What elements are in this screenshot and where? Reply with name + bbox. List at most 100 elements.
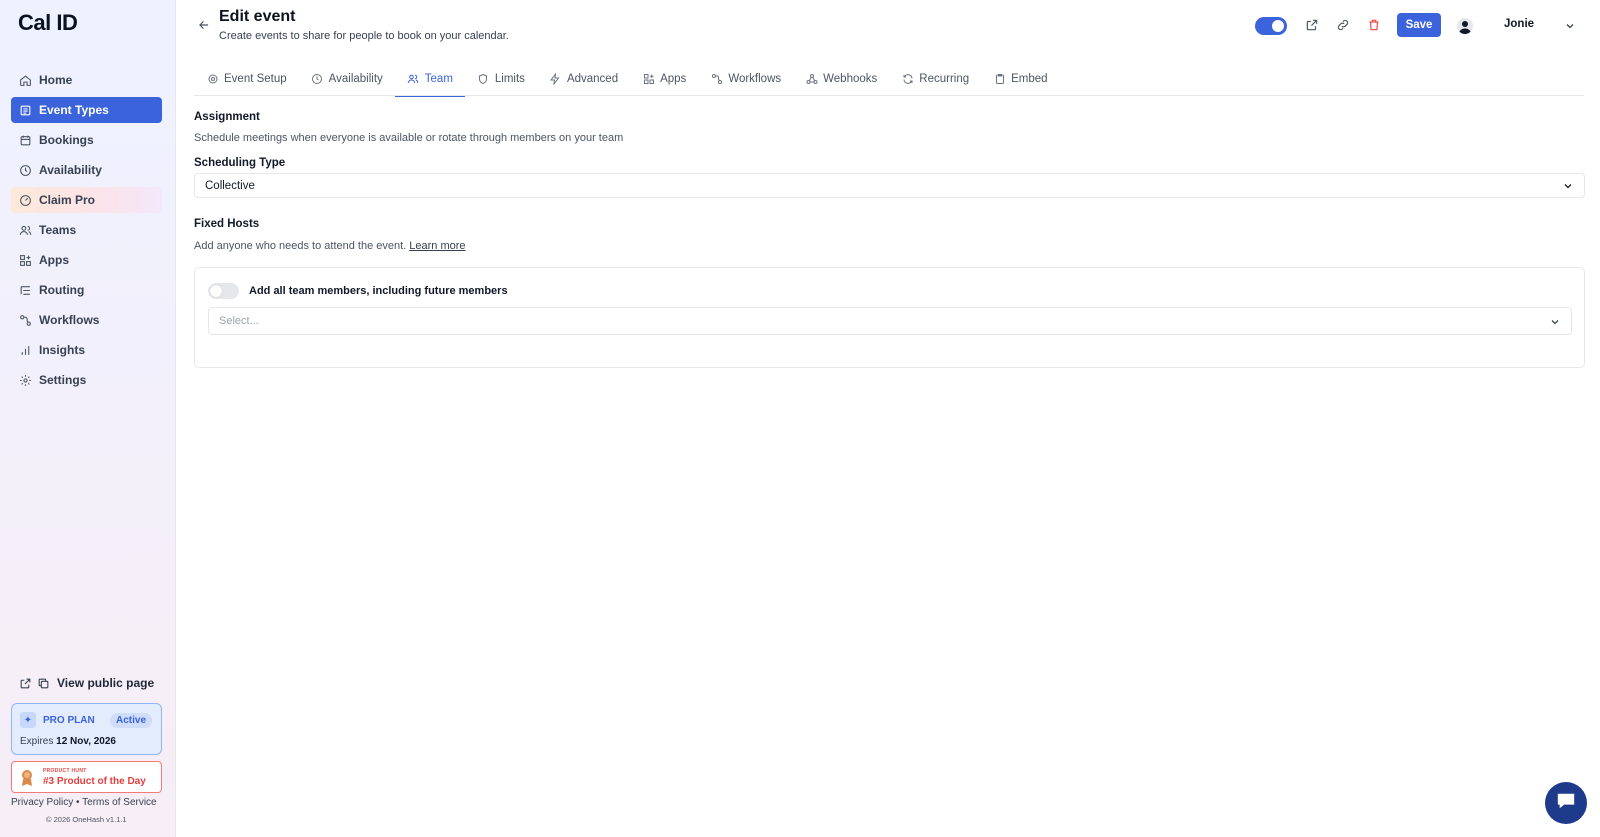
routing-icon (18, 283, 32, 297)
trash-icon[interactable] (1366, 17, 1382, 33)
chat-support-button[interactable] (1545, 782, 1587, 824)
tab-label: Advanced (566, 73, 619, 85)
sidebar: Cal ID Home Event Types Bookings Availab… (0, 0, 176, 837)
sidebar-item-label: Event Types (39, 103, 109, 117)
save-button[interactable]: Save (1397, 13, 1441, 37)
footer-separator: • (76, 797, 80, 808)
tab-recurring[interactable]: Recurring (889, 62, 981, 96)
grid-plus-icon (18, 253, 32, 267)
fixed-hosts-description-text: Add anyone who needs to attend the event… (194, 240, 407, 252)
footer-links: Privacy Policy • Terms of Service (11, 797, 171, 808)
sidebar-item-label: Bookings (39, 133, 94, 147)
chevron-down-icon (1549, 316, 1561, 328)
fixed-hosts-heading: Fixed Hosts (194, 218, 260, 230)
product-hunt-label: PRODUCT HUNT (43, 768, 87, 774)
link-icon[interactable] (1335, 17, 1351, 33)
tab-embed[interactable]: Embed (981, 62, 1059, 96)
tabs-divider (194, 95, 1584, 96)
sidebar-item-label: Availability (39, 163, 102, 177)
sidebar-item-workflows[interactable]: Workflows (11, 307, 162, 333)
tab-advanced[interactable]: Advanced (537, 62, 630, 96)
view-public-page-link[interactable]: View public page (18, 676, 154, 690)
workflow-icon (18, 313, 32, 327)
plan-status-badge: Active (110, 713, 153, 728)
plan-expiry: Expires 12 Nov, 2026 (20, 736, 116, 747)
sidebar-item-label: Apps (39, 253, 69, 267)
sparkle-icon: ✦ (20, 712, 36, 728)
add-all-members-label: Add all team members, including future m… (249, 285, 508, 297)
page-subtitle: Create events to share for people to boo… (219, 30, 509, 42)
sidebar-item-apps[interactable]: Apps (11, 247, 162, 273)
tab-limits[interactable]: Limits (465, 62, 537, 96)
sidebar-item-label: Insights (39, 343, 86, 357)
pro-plan-card[interactable]: ✦ PRO PLAN Active Expires 12 Nov, 2026 (11, 703, 162, 755)
copyright: © 2026 OneHash v1.1.1 (46, 815, 127, 824)
refresh-icon (901, 73, 914, 86)
sidebar-item-label: Routing (39, 283, 85, 297)
assignment-heading: Assignment (194, 111, 260, 123)
sidebar-item-teams[interactable]: Teams (11, 217, 162, 243)
privacy-policy-link[interactable]: Privacy Policy (11, 797, 73, 808)
app-logo[interactable]: Cal ID (18, 10, 78, 36)
hosts-select[interactable]: Select... (208, 307, 1572, 335)
tab-label: Availability (328, 73, 383, 85)
tab-label: Recurring (919, 73, 970, 85)
gauge-icon (18, 193, 32, 207)
medal-icon (22, 770, 32, 786)
sidebar-item-label: Workflows (39, 313, 100, 327)
plan-expiry-date: 12 Nov, 2026 (56, 736, 116, 747)
tab-event-setup[interactable]: Event Setup (194, 62, 299, 96)
sidebar-item-settings[interactable]: Settings (11, 367, 162, 393)
learn-more-link[interactable]: Learn more (409, 240, 465, 252)
bolt-icon (549, 73, 562, 86)
gear-icon (206, 73, 219, 86)
user-name[interactable]: Jonie (1504, 18, 1534, 30)
chat-icon (1555, 791, 1577, 816)
webhook-icon (805, 73, 818, 86)
product-hunt-badge[interactable]: PRODUCT HUNT #3 Product of the Day (11, 761, 162, 793)
scheduling-type-value: Collective (205, 179, 255, 192)
sidebar-nav: Home Event Types Bookings Availability C… (11, 67, 162, 397)
sidebar-item-label: Claim Pro (39, 193, 96, 207)
calendar-icon (18, 133, 32, 147)
sidebar-item-insights[interactable]: Insights (11, 337, 162, 363)
users-icon (18, 223, 32, 237)
clipboard-icon (993, 73, 1006, 86)
grid-plus-icon (642, 73, 655, 86)
event-types-icon (18, 103, 32, 117)
back-arrow-icon[interactable] (197, 18, 211, 32)
event-tabs: Event Setup Availability Team Limits Adv… (194, 62, 1060, 97)
users-icon (407, 73, 420, 86)
sidebar-item-label: Home (39, 73, 73, 87)
page-title: Edit event (219, 8, 296, 25)
plan-expiry-label: Expires (20, 736, 54, 747)
tab-team[interactable]: Team (394, 62, 466, 97)
sidebar-item-home[interactable]: Home (11, 67, 162, 93)
sidebar-item-label: Teams (39, 223, 77, 237)
external-link-icon[interactable] (1304, 17, 1320, 33)
sidebar-item-label: Settings (39, 373, 87, 387)
tab-webhooks[interactable]: Webhooks (793, 62, 889, 96)
terms-of-service-link[interactable]: Terms of Service (82, 797, 156, 808)
tab-apps[interactable]: Apps (630, 62, 698, 96)
hosts-select-placeholder: Select... (219, 315, 259, 327)
fixed-hosts-description: Add anyone who needs to attend the event… (194, 240, 466, 252)
chevron-down-icon[interactable] (1564, 19, 1576, 31)
chevron-down-icon (1562, 180, 1574, 192)
avatar[interactable] (1457, 18, 1473, 34)
sidebar-item-routing[interactable]: Routing (11, 277, 162, 303)
add-all-members-toggle[interactable] (208, 283, 239, 299)
workflow-icon (710, 73, 723, 86)
sidebar-item-availability[interactable]: Availability (11, 157, 162, 183)
tab-workflows[interactable]: Workflows (698, 62, 793, 96)
sidebar-item-bookings[interactable]: Bookings (11, 127, 162, 153)
shield-icon (477, 73, 490, 86)
tab-availability[interactable]: Availability (299, 62, 395, 96)
event-enabled-toggle[interactable] (1255, 17, 1287, 35)
sidebar-item-event-types[interactable]: Event Types (11, 97, 162, 123)
copy-icon[interactable] (36, 676, 50, 690)
scheduling-type-select[interactable]: Collective (194, 173, 1585, 198)
clock-icon (311, 73, 324, 86)
gear-icon (18, 373, 32, 387)
sidebar-item-claim-pro[interactable]: Claim Pro (11, 187, 162, 213)
